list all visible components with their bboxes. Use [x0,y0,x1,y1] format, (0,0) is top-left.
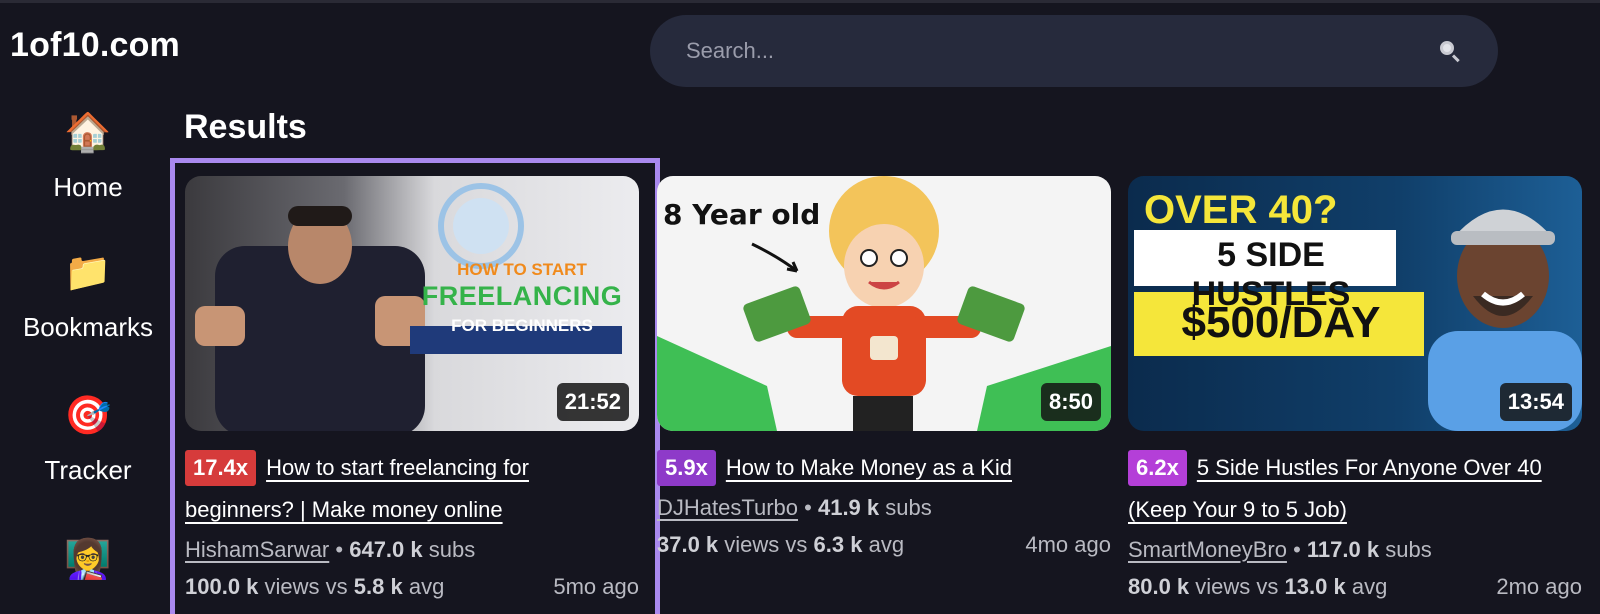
search-bar[interactable]: Search... [650,15,1498,87]
subs-label: subs [885,495,932,520]
outlier-multiplier-badge: 17.4x [185,450,257,486]
video-card[interactable]: OVER 40? 5 SIDE HUSTLES $500/DAY 13:54 6… [1128,176,1582,605]
video-thumbnail[interactable]: 8 Year old 8:50 [657,176,1111,431]
sidebar-item-bookmarks[interactable]: 📁 Bookmarks [0,250,176,343]
subs-value: 41.9 k [817,495,880,520]
thumb-text-line: FOR BEGINNERS [451,316,593,335]
upload-age: 2mo ago [1496,574,1582,599]
subs-value: 647.0 k [349,537,423,562]
video-duration: 13:54 [1499,383,1572,421]
avg-value: 6.3 k [813,532,863,557]
video-card[interactable]: 8 Year old 8:50 5.9x How to Make Money as… [657,176,1111,563]
video-title-link[interactable]: 5 Side Hustles For Anyone Over 40 (Keep … [1128,455,1542,522]
views-value: 37.0 k [657,532,719,557]
subs-label: subs [1385,537,1432,562]
outlier-multiplier-badge: 6.2x [1128,450,1187,486]
video-duration: 8:50 [1040,383,1101,421]
avg-value: 13.0 k [1284,574,1346,599]
video-duration: 21:52 [556,383,629,421]
sidebar-item-profile[interactable]: 👩‍🏫 [0,537,176,583]
page-title: Results [184,108,307,146]
upload-age: 4mo ago [1025,532,1111,557]
thumb-text-line: OVER 40? [1144,188,1338,232]
video-card[interactable]: HOW TO START FREELANCING FOR BEGINNERS 2… [170,158,660,614]
thumb-text-line: $500/DAY [1181,298,1381,347]
sidebar-item-home[interactable]: 🏠 Home [0,110,176,203]
channel-link[interactable]: SmartMoneyBro [1128,537,1287,562]
video-title-link[interactable]: How to Make Money as a Kid [726,455,1012,480]
views-meta: 80.0 k views vs 13.0 k avg 2mo ago [1128,568,1582,605]
subs-label: subs [428,537,476,562]
thumb-text-line: 8 Year old [663,198,821,231]
search-input[interactable]: Search... [686,38,1438,64]
avg-label: avg [868,532,905,557]
channel-link[interactable]: HishamSarwar [185,537,329,562]
sidebar-item-tracker[interactable]: 🎯 Tracker [0,393,176,486]
thumb-text-line: HOW TO START [457,260,587,279]
video-thumbnail[interactable]: HOW TO START FREELANCING FOR BEGINNERS 2… [185,176,639,431]
site-logo[interactable]: 1of10.com [10,26,180,65]
sidebar-item-label: Tracker [44,455,132,485]
views-meta: 37.0 k views vs 6.3 k avg 4mo ago [657,526,1111,563]
views-value: 100.0 k [185,574,259,599]
avg-label: avg [1351,574,1388,599]
top-divider [0,0,1600,3]
views-value: 80.0 k [1128,574,1190,599]
views-label: views vs [724,532,808,557]
upload-age: 5mo ago [553,574,639,599]
thumb-text-line: FREELANCING [421,281,623,311]
channel-meta: DJHatesTurbo • 41.9 k subs [657,495,932,520]
views-label: views vs [1195,574,1279,599]
sidebar-item-label: Home [53,172,123,202]
target-icon: 🎯 [64,395,112,437]
subs-value: 117.0 k [1306,537,1380,562]
channel-meta: SmartMoneyBro • 117.0 k subs [1128,537,1432,562]
channel-meta: HishamSarwar • 647.0 k subs [185,537,476,562]
outlier-multiplier-badge: 5.9x [657,450,716,486]
views-label: views vs [264,574,348,599]
house-icon: 🏠 [64,112,112,154]
avg-value: 5.8 k [353,574,403,599]
person-icon: 👩‍🏫 [64,539,112,581]
video-thumbnail[interactable]: OVER 40? 5 SIDE HUSTLES $500/DAY 13:54 [1128,176,1582,431]
sidebar-item-label: Bookmarks [22,312,154,342]
views-meta: 100.0 k views vs 5.8 k avg 5mo ago [185,568,639,605]
search-icon[interactable] [1438,39,1462,63]
avg-label: avg [408,574,445,599]
folder-icon: 📁 [64,252,112,294]
channel-link[interactable]: DJHatesTurbo [657,495,798,520]
